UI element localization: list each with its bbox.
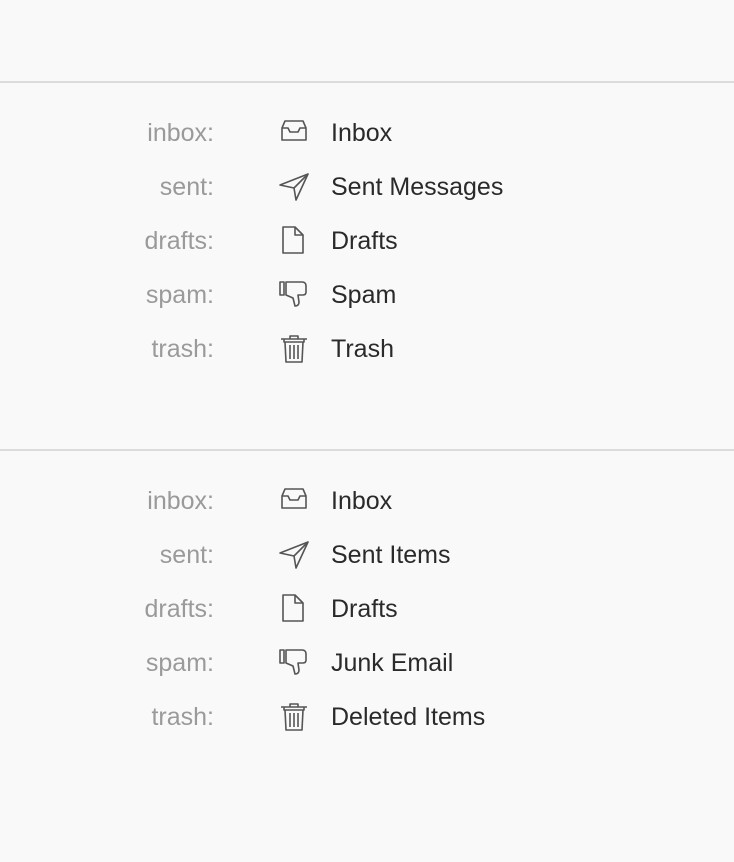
folder-mapping-group: inbox: Inbox sent: Sent Messages drafts: xyxy=(0,106,734,376)
folder-label: Spam xyxy=(331,281,397,309)
folder-key: inbox: xyxy=(147,487,214,515)
folder-row-drafts[interactable]: drafts: Drafts xyxy=(0,214,734,268)
folder-label: Drafts xyxy=(331,227,398,255)
folder-label: Junk Email xyxy=(331,649,454,677)
folder-key: spam: xyxy=(145,281,214,309)
folder-key: sent: xyxy=(159,541,214,569)
folder-row-trash[interactable]: trash: Deleted Items xyxy=(0,690,734,744)
trash-can-icon xyxy=(276,330,312,366)
inbox-tray-icon xyxy=(276,114,312,150)
folder-row-drafts[interactable]: drafts: Drafts xyxy=(0,582,734,636)
folder-key: drafts: xyxy=(144,595,214,623)
folder-key: drafts: xyxy=(144,227,214,255)
folder-label: Sent Messages xyxy=(331,173,504,201)
folder-label: Deleted Items xyxy=(331,703,486,731)
folder-key: sent: xyxy=(159,173,214,201)
folder-label: Inbox xyxy=(331,119,393,147)
folder-row-spam[interactable]: spam: Junk Email xyxy=(0,636,734,690)
folder-label: Sent Items xyxy=(331,541,451,569)
folder-key: trash: xyxy=(151,703,214,731)
folder-key: trash: xyxy=(151,335,214,363)
folder-key: inbox: xyxy=(147,119,214,147)
folder-row-spam[interactable]: spam: Spam xyxy=(0,268,734,322)
thumbs-down-icon xyxy=(276,644,312,680)
folder-row-inbox[interactable]: inbox: Inbox xyxy=(0,474,734,528)
folder-row-trash[interactable]: trash: Trash xyxy=(0,322,734,376)
folder-mapping-group: inbox: Inbox sent: Sent Items drafts: Dr xyxy=(0,474,734,744)
trash-can-icon xyxy=(276,698,312,734)
folder-row-inbox[interactable]: inbox: Inbox xyxy=(0,106,734,160)
paper-plane-icon xyxy=(276,536,312,572)
folder-row-sent[interactable]: sent: Sent Messages xyxy=(0,160,734,214)
folder-label: Trash xyxy=(331,335,394,363)
section-divider xyxy=(0,81,734,83)
section-divider xyxy=(0,449,734,451)
folder-label: Drafts xyxy=(331,595,398,623)
document-icon xyxy=(276,222,312,258)
document-icon xyxy=(276,590,312,626)
thumbs-down-icon xyxy=(276,276,312,312)
folder-key: spam: xyxy=(145,649,214,677)
inbox-tray-icon xyxy=(276,482,312,518)
folder-row-sent[interactable]: sent: Sent Items xyxy=(0,528,734,582)
folder-label: Inbox xyxy=(331,487,393,515)
paper-plane-icon xyxy=(276,168,312,204)
